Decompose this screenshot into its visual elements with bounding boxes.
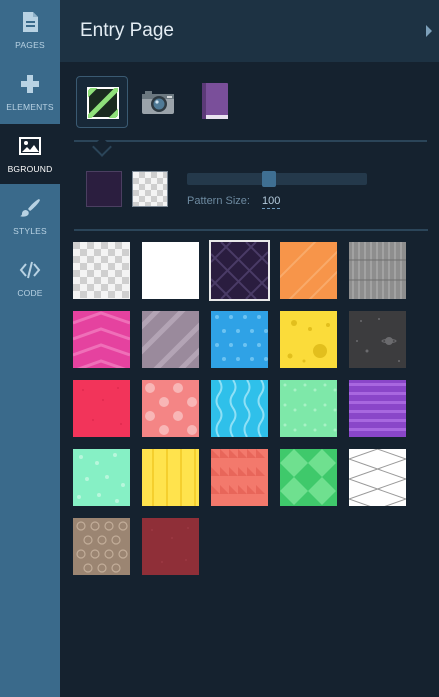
- pattern-tile-green-diamonds[interactable]: [280, 449, 337, 506]
- pattern-tile-red-texture[interactable]: [73, 380, 130, 437]
- pattern-tile-mauve-diagonal-stripes[interactable]: [142, 311, 199, 368]
- pattern-tile-tan-circles[interactable]: [73, 518, 130, 575]
- image-icon: [19, 137, 41, 155]
- pattern-tile-blue-dots[interactable]: [211, 311, 268, 368]
- tab-photo[interactable]: [132, 76, 184, 128]
- background-color-swatch[interactable]: [132, 171, 168, 207]
- slider-handle[interactable]: [261, 171, 276, 187]
- chevron-right-icon[interactable]: [426, 25, 432, 37]
- pattern-tile-yellow-cheese[interactable]: [280, 311, 337, 368]
- pattern-icon: [87, 87, 119, 119]
- pattern-tile-salmon-triangles[interactable]: [211, 449, 268, 506]
- page-title: Entry Page: [80, 20, 174, 41]
- camera-icon: [142, 91, 174, 114]
- sidebar-item-pages[interactable]: PAGES: [0, 0, 60, 60]
- sidebar-item-elements[interactable]: ELEMENTS: [0, 62, 60, 122]
- pattern-tile-cyan-waves[interactable]: [211, 380, 268, 437]
- book-icon: [202, 83, 228, 119]
- pattern-size-value[interactable]: 100: [262, 195, 281, 209]
- pattern-tile-yellow-vertical-stripes[interactable]: [142, 449, 199, 506]
- sidebar-item-label: STYLES: [13, 226, 47, 236]
- pattern-tile-purple-horizontal-stripes[interactable]: [349, 380, 406, 437]
- pattern-tile-mint-dots[interactable]: [280, 380, 337, 437]
- pattern-tile-orange-diagonal-stripes[interactable]: [280, 242, 337, 299]
- pattern-tile-purple-diamonds[interactable]: [209, 240, 270, 301]
- tab-pattern[interactable]: [76, 76, 128, 128]
- pattern-tile-plain-white[interactable]: [142, 242, 199, 299]
- pattern-tile-gray-vertical-lines[interactable]: [349, 242, 406, 299]
- sidebar-item-code[interactable]: CODE: [0, 248, 60, 308]
- section-divider: [74, 140, 427, 142]
- pattern-tile-checker-transparent[interactable]: [73, 242, 130, 299]
- sidebar-item-label: ELEMENTS: [6, 102, 54, 112]
- pattern-tile-maroon-texture[interactable]: [142, 518, 199, 575]
- sidebar-item-styles[interactable]: STYLES: [0, 186, 60, 246]
- sidebar-item-label: BGROUND: [7, 164, 53, 174]
- sidebar-item-label: CODE: [17, 288, 43, 298]
- sidebar-item-bground[interactable]: BGROUND: [0, 124, 60, 184]
- document-icon: [23, 12, 38, 32]
- brush-icon: [20, 199, 40, 217]
- pattern-size-slider[interactable]: [187, 173, 367, 185]
- section-divider: [74, 229, 428, 231]
- pattern-tile-pink-polka-dots[interactable]: [142, 380, 199, 437]
- pattern-size-label: Pattern Size:: [187, 195, 250, 207]
- pattern-tile-white-crosshatch[interactable]: [349, 449, 406, 506]
- pattern-tile-mint-confetti[interactable]: [73, 449, 130, 506]
- foreground-color-swatch[interactable]: [86, 171, 122, 207]
- tab-texture[interactable]: [188, 76, 240, 128]
- code-icon: [19, 261, 41, 279]
- pattern-tile-dark-space[interactable]: [349, 311, 406, 368]
- sidebar: PAGES ELEMENTS BGROUND STYLES CODE: [0, 0, 60, 697]
- panel-header: Entry Page: [60, 0, 439, 62]
- pattern-tile-pink-chevrons[interactable]: [73, 311, 130, 368]
- sidebar-item-label: PAGES: [15, 40, 45, 50]
- plus-icon: [21, 75, 39, 93]
